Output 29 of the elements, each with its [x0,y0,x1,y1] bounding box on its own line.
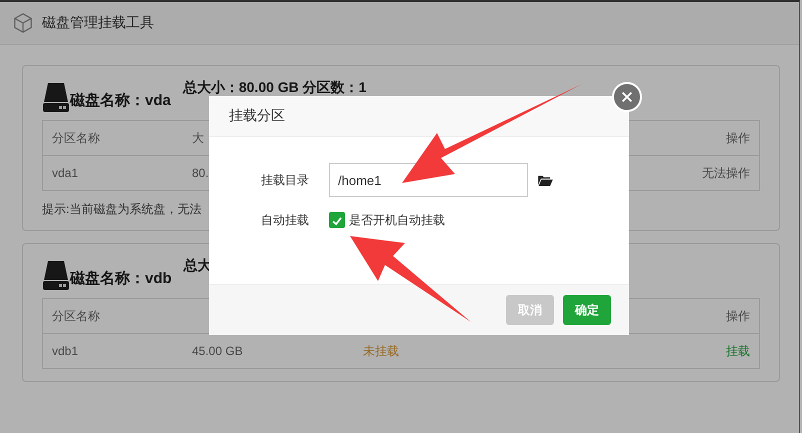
tip-text: 提示:当前磁盘为系统盘，无法 [42,201,202,218]
checkbox[interactable] [329,212,345,228]
window-title: 磁盘管理挂载工具 [42,14,154,32]
disk-name: 磁盘名称：vda [70,91,171,110]
table-cell: vda1 [52,166,78,180]
hard-drive-icon [42,260,70,290]
table-cell: 80. [192,166,209,180]
mount-link[interactable]: 挂载 [726,344,750,358]
directory-field[interactable]: /home1 [329,163,528,197]
folder-icon[interactable] [538,174,553,186]
status-text: 未挂载 [363,344,399,358]
checkbox-label: 是否开机自动挂载 [349,212,445,228]
disk-name: 磁盘名称：vdb [70,269,172,288]
field-label: 挂载目录 [260,172,309,188]
action-text: 无法操作 [702,166,750,180]
column-header: 操作 [726,308,750,322]
column-header: 操作 [726,130,750,144]
disk-summary: 总大小：80.00 GB 分区数：1 [182,80,366,95]
hard-drive-icon [42,82,70,112]
table-cell: vdb1 [52,344,78,358]
dialog-title: 挂载分区 [229,107,285,125]
cube-icon [12,12,34,34]
close-icon [620,90,634,104]
confirm-button[interactable]: 确定 [563,295,611,325]
table-cell: 45.00 GB [192,344,243,358]
field-label: 自动挂载 [260,212,309,228]
column-header: 分区名称 [52,130,100,144]
column-header: 大 [192,130,204,144]
column-header: 分区名称 [52,308,100,322]
